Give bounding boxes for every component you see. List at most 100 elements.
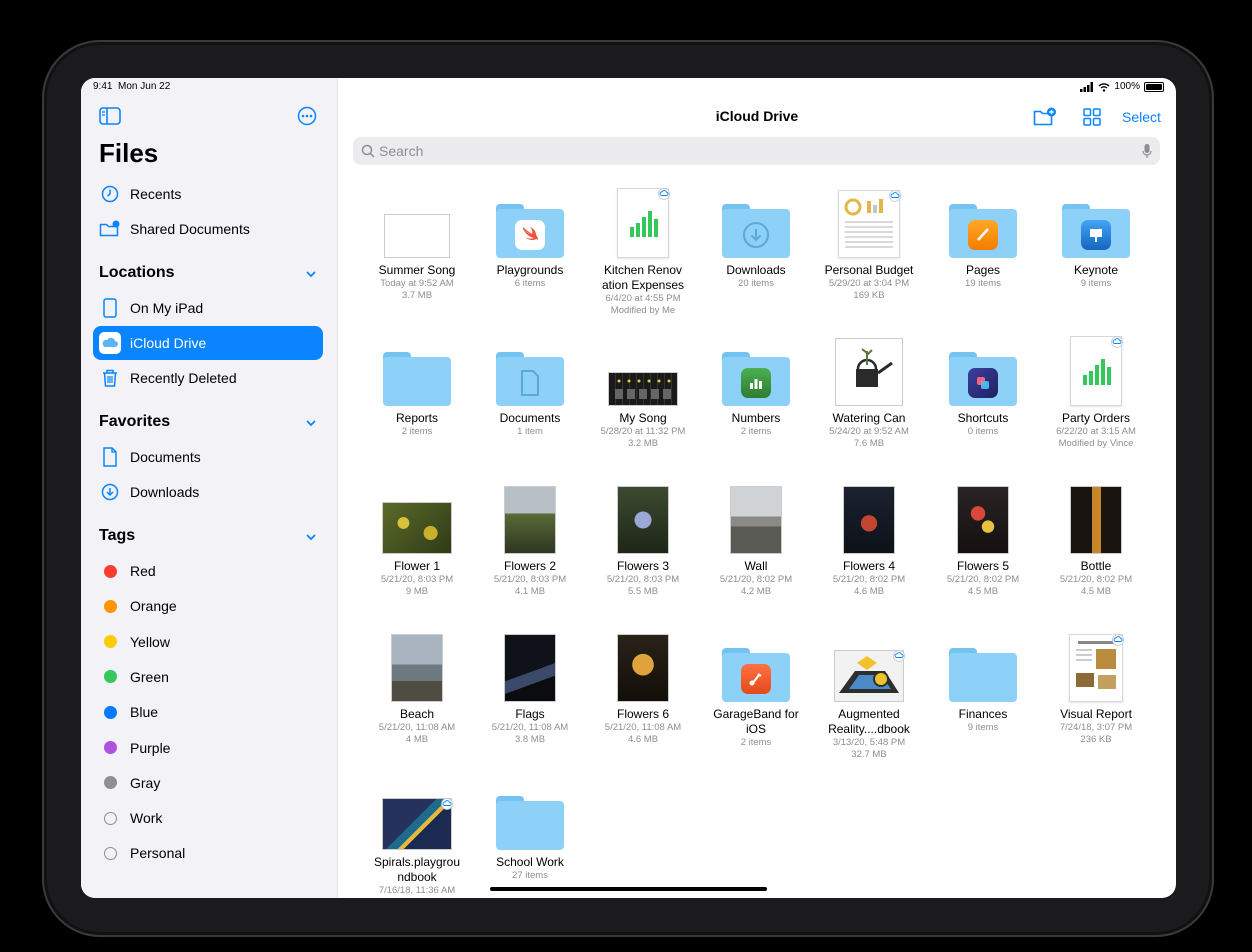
file-item-garageband-for-ios[interactable]: GarageBand for iOS 2 items xyxy=(700,628,812,749)
chevron-down-icon[interactable] xyxy=(305,268,317,280)
image-preview xyxy=(608,372,678,406)
file-item-keynote[interactable]: Keynote 9 items xyxy=(1040,184,1152,290)
file-item-flowers-6[interactable]: Flowers 6 5/21/20, 11:08 AM 4.6 MB xyxy=(587,628,699,745)
search-icon xyxy=(361,144,375,158)
sidebar-item-recents[interactable]: Recents xyxy=(93,177,323,211)
file-item-flowers-3[interactable]: Flowers 3 5/21/20, 8:03 PM 5.5 MB xyxy=(587,480,699,597)
file-item-augmented-reality-dbook[interactable]: Augmented Reality....dbook 3/13/20, 5:48 … xyxy=(813,628,925,760)
file-item-documents[interactable]: Documents 1 item xyxy=(474,332,586,438)
chevron-down-icon[interactable] xyxy=(305,417,317,429)
sidebar-toggle-icon[interactable] xyxy=(98,104,122,128)
sidebar-item-downloads[interactable]: Downloads xyxy=(93,475,323,509)
file-item-finances[interactable]: Finances 9 items xyxy=(927,628,1039,734)
icloud-icon xyxy=(99,332,121,354)
file-item-flower-1[interactable]: Flower 1 5/21/20, 8:03 PM 9 MB xyxy=(361,480,473,597)
file-name: Personal Budget xyxy=(824,263,914,277)
file-metadata: 3.7 MB xyxy=(401,289,433,301)
sidebar-item-tag-orange[interactable]: Orange xyxy=(93,589,323,623)
file-item-beach[interactable]: Beach 5/21/20, 11:08 AM 4 MB xyxy=(361,628,473,745)
wifi-icon xyxy=(1098,82,1110,92)
icloud-download-icon[interactable] xyxy=(1111,335,1123,348)
file-item-flags[interactable]: Flags 5/21/20, 11:08 AM 3.8 MB xyxy=(474,628,586,745)
sidebar-item-documents[interactable]: Documents xyxy=(93,440,323,474)
sidebar-item-tag-yellow[interactable]: Yellow xyxy=(93,625,323,659)
photo-thumbnail xyxy=(361,184,473,258)
sidebar-item-icloud-drive[interactable]: iCloud Drive xyxy=(93,326,323,360)
file-name: Documents xyxy=(499,411,561,425)
file-metadata: 27 items xyxy=(512,870,548,881)
sidebar-item-tag-red[interactable]: Red xyxy=(93,554,323,588)
sidebar-item-shared-documents[interactable]: Shared Documents xyxy=(93,212,323,246)
sidebar-title: Files xyxy=(99,138,159,168)
tag-dot-icon xyxy=(99,842,121,864)
select-button[interactable]: Select xyxy=(1122,106,1161,128)
sidebar-item-tag-purple[interactable]: Purple xyxy=(93,731,323,765)
icloud-download-icon[interactable] xyxy=(893,649,905,662)
file-name: Keynote xyxy=(1073,263,1119,277)
icloud-download-icon[interactable] xyxy=(658,187,670,200)
file-item-watering-can[interactable]: Watering Can 5/24/20 at 9:52 AM 7.6 MB xyxy=(813,332,925,449)
file-metadata: 5/21/20, 8:03 PM xyxy=(493,574,567,585)
sidebar-item-on-my-ipad[interactable]: On My iPad xyxy=(93,291,323,325)
file-item-wall[interactable]: Wall 5/21/20, 8:02 PM 4.2 MB xyxy=(700,480,812,597)
file-item-flowers-2[interactable]: Flowers 2 5/21/20, 8:03 PM 4.1 MB xyxy=(474,480,586,597)
file-item-school-work[interactable]: School Work 27 items xyxy=(474,776,586,882)
folder-icon xyxy=(722,204,790,258)
search-input[interactable]: Search xyxy=(353,137,1160,165)
photo-thumbnail xyxy=(474,480,586,554)
file-name: Numbers xyxy=(731,411,781,425)
file-item-pages[interactable]: Pages 19 items xyxy=(927,184,1039,290)
sidebar-item-tag-work[interactable]: Work xyxy=(93,801,323,835)
file-item-visual-report[interactable]: Visual Report 7/24/18, 3:07 PM 236 KB xyxy=(1040,628,1152,745)
file-item-bottle[interactable]: Bottle 5/21/20, 8:02 PM 4.5 MB xyxy=(1040,480,1152,597)
tag-dot-icon xyxy=(99,631,121,653)
clock-icon xyxy=(99,183,121,205)
file-item-summer-song[interactable]: Summer Song Today at 9:52 AM 3.7 MB xyxy=(361,184,473,301)
image-preview xyxy=(504,634,556,702)
file-metadata: 5/21/20, 11:08 AM xyxy=(604,722,682,733)
file-item-reports[interactable]: Reports 2 items xyxy=(361,332,473,438)
shortcuts-badge-icon xyxy=(968,368,998,398)
ipad-icon xyxy=(99,297,121,319)
sidebar-item-label: Work xyxy=(130,810,163,827)
microphone-icon[interactable] xyxy=(1142,143,1152,159)
icloud-download-icon[interactable] xyxy=(889,189,901,202)
file-name: Visual Report xyxy=(1060,707,1132,721)
file-name: Flags xyxy=(515,707,545,721)
chevron-down-icon[interactable] xyxy=(305,531,317,543)
file-item-kitchen-renov-ation-expenses[interactable]: Kitchen Renov ation Expenses 6/4/20 at 4:… xyxy=(587,184,699,316)
swift-badge-icon xyxy=(515,220,545,250)
file-item-flowers-4[interactable]: Flowers 4 5/21/20, 8:02 PM 4.6 MB xyxy=(813,480,925,597)
file-metadata: 5/21/20, 8:02 PM xyxy=(1059,574,1133,585)
sidebar-item-recently-deleted[interactable]: Recently Deleted xyxy=(93,361,323,395)
file-item-downloads[interactable]: Downloads 20 items xyxy=(700,184,812,290)
file-item-playgrounds[interactable]: Playgrounds 6 items xyxy=(474,184,586,290)
file-item-personal-budget[interactable]: Personal Budget 5/29/20 at 3:04 PM 169 KB xyxy=(813,184,925,301)
new-folder-button[interactable] xyxy=(1033,106,1057,128)
file-name: Flowers 4 xyxy=(842,559,895,573)
file-item-numbers[interactable]: Numbers 2 items xyxy=(700,332,812,438)
file-item-shortcuts[interactable]: Shortcuts 0 items xyxy=(927,332,1039,438)
file-item-party-orders[interactable]: Party Orders 6/22/20 at 3:15 AM Modified b… xyxy=(1040,332,1152,449)
icloud-download-icon[interactable] xyxy=(441,797,453,810)
file-item-spirals-playgrou-ndbook[interactable]: Spirals.playgrou ndbook 7/16/18, 11:36 AM xyxy=(361,776,473,897)
file-name: Kitchen Renov ation Expenses xyxy=(601,263,685,292)
battery-icon xyxy=(1144,81,1164,92)
icloud-download-icon[interactable] xyxy=(1112,633,1124,646)
image-preview xyxy=(391,634,443,702)
folder-icon xyxy=(496,352,564,406)
sidebar-item-tag-personal[interactable]: Personal xyxy=(93,836,323,870)
view-grid-button[interactable] xyxy=(1083,106,1101,128)
sidebar-item-tag-blue[interactable]: Blue xyxy=(93,695,323,729)
file-item-flowers-5[interactable]: Flowers 5 5/21/20, 8:02 PM 4.5 MB xyxy=(927,480,1039,597)
sidebar-item-tag-green[interactable]: Green xyxy=(93,660,323,694)
sidebar-item-label: Recently Deleted xyxy=(130,370,237,386)
file-metadata: 5/29/20 at 3:04 PM xyxy=(828,278,910,289)
photo-thumbnail xyxy=(361,480,473,554)
file-item-my-song[interactable]: My Song 5/28/20 at 11:32 PM 3.2 MB xyxy=(587,332,699,449)
more-options-icon[interactable] xyxy=(295,104,319,128)
file-metadata: 6 items xyxy=(514,278,546,289)
sidebar-item-tag-gray[interactable]: Gray xyxy=(93,766,323,800)
file-metadata: Modified by Me xyxy=(610,304,676,316)
folder-thumbnail xyxy=(927,332,1039,406)
